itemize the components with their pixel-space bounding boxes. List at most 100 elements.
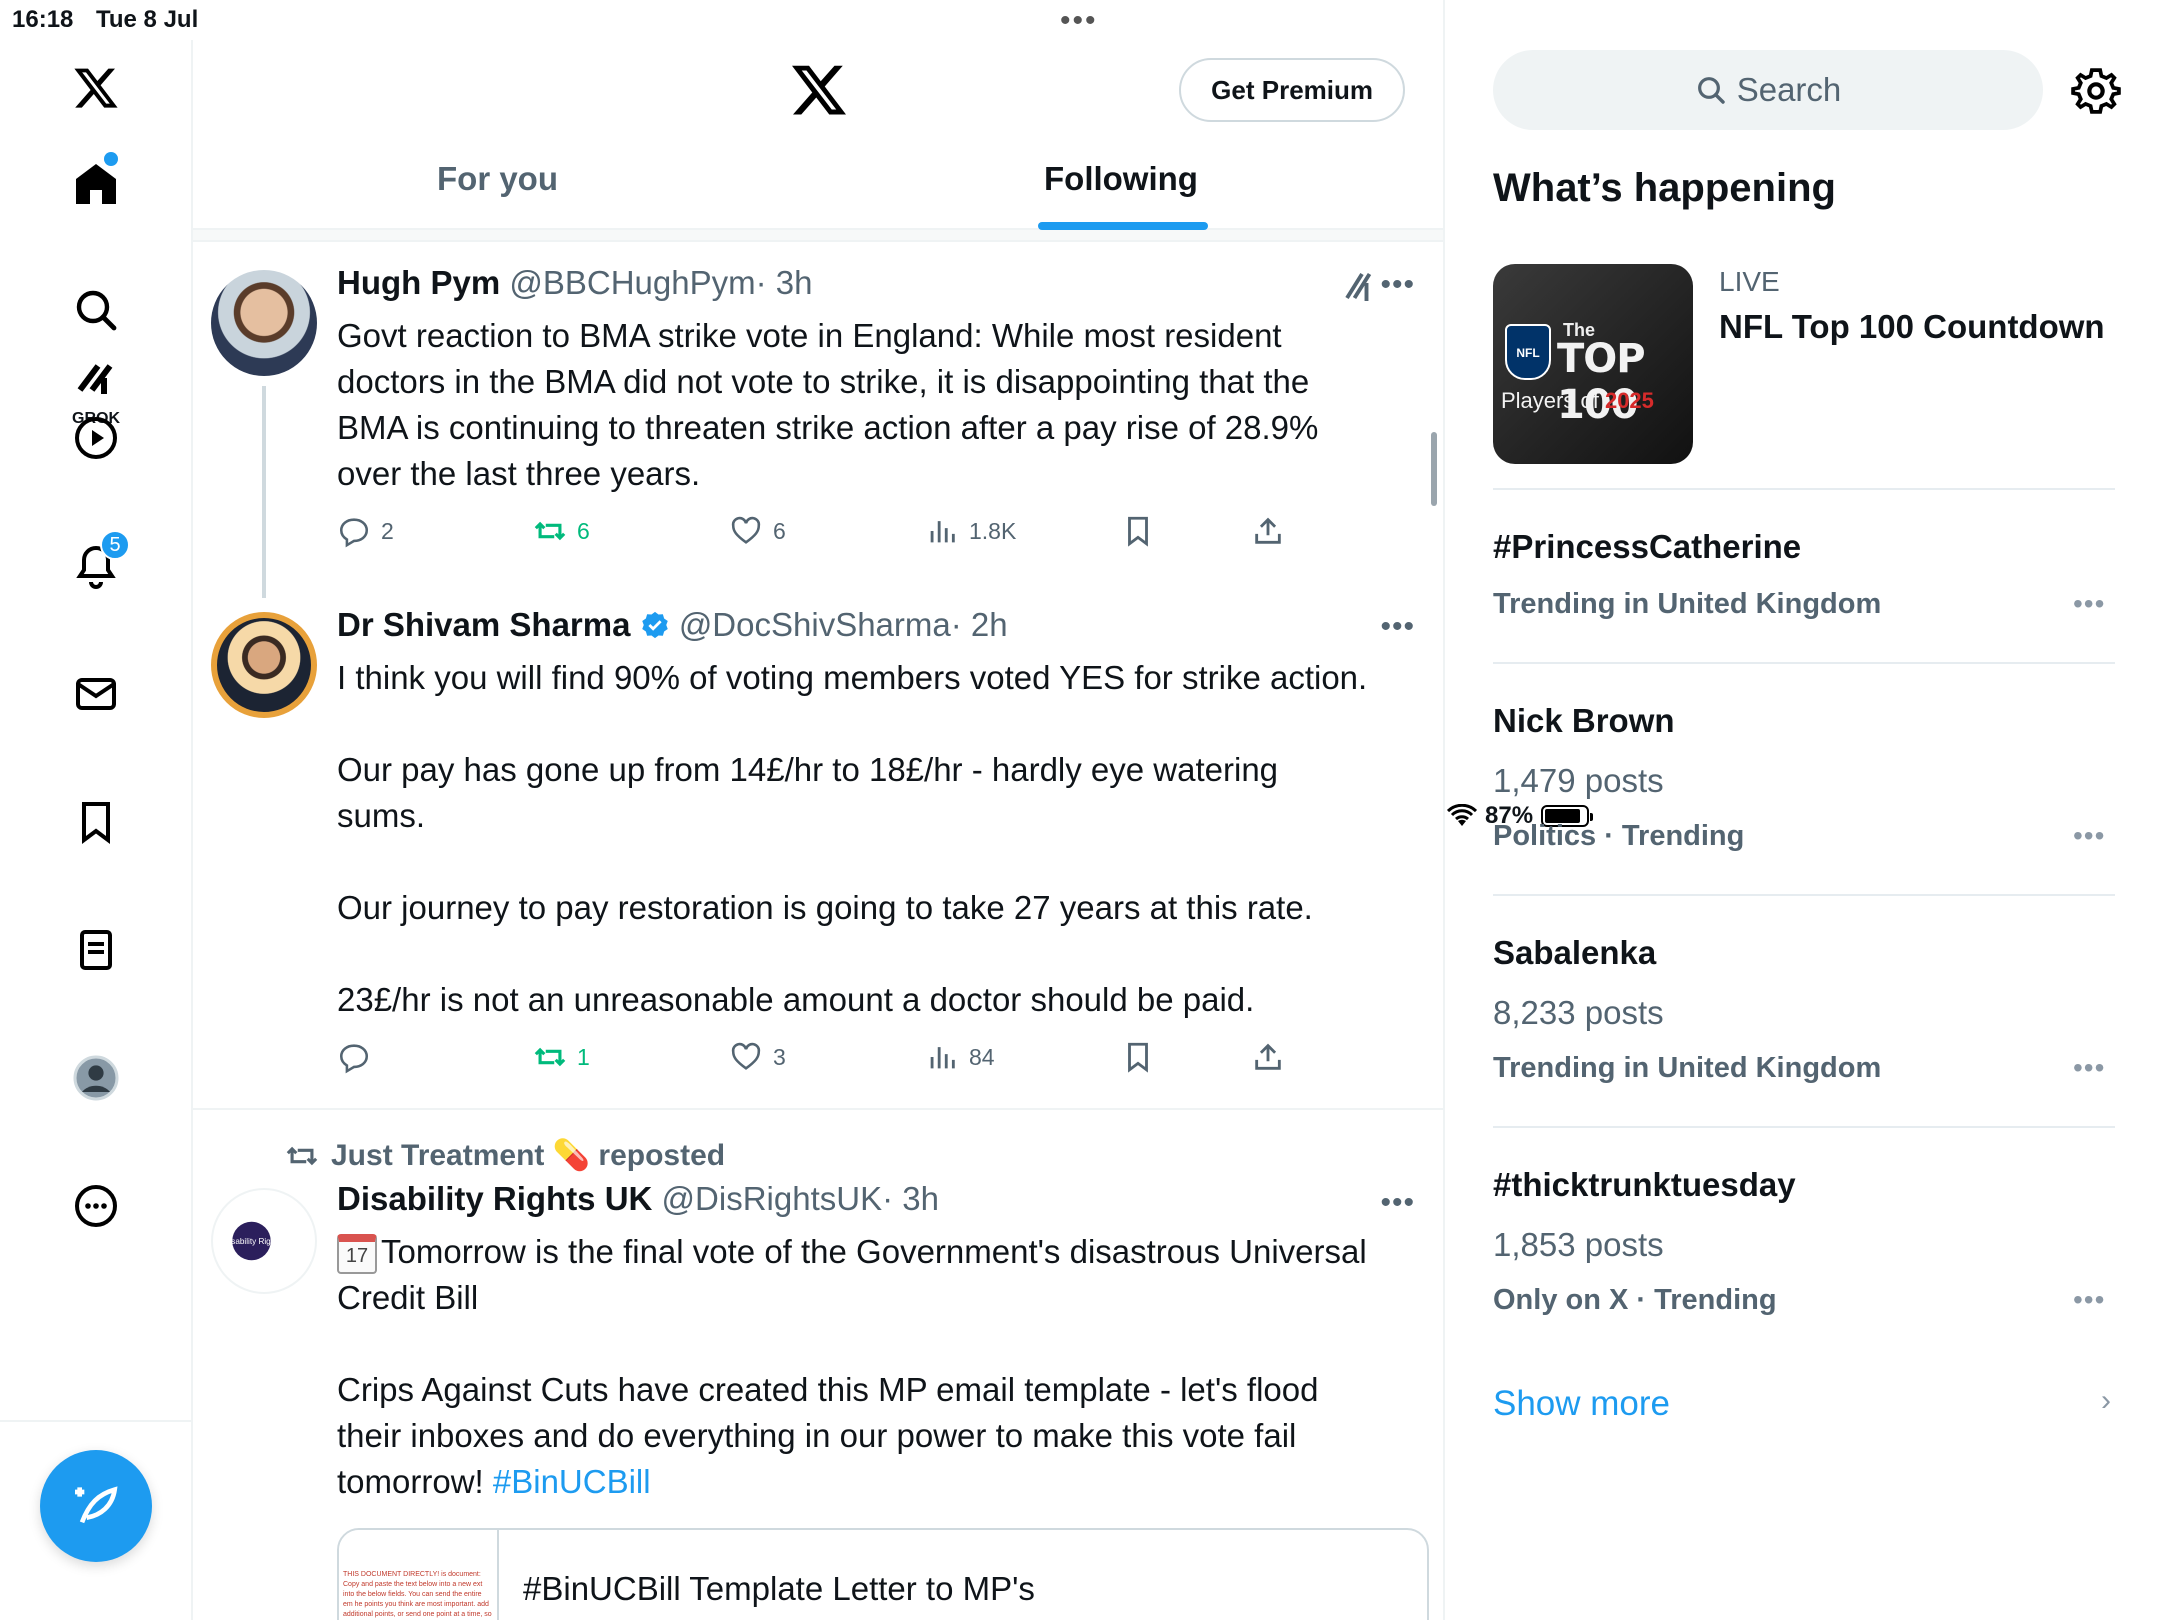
author-handle[interactable]: @DisRightsUK (662, 1180, 883, 1217)
messages-icon[interactable] (48, 646, 144, 742)
reply-icon (339, 1044, 369, 1074)
video-icon[interactable] (48, 390, 144, 486)
views-button[interactable]: 1.8K (925, 514, 1016, 548)
tweet-more-icon[interactable]: ••• (1380, 610, 1415, 644)
repost-icon (286, 1146, 318, 1165)
lists-icon[interactable] (48, 902, 144, 998)
author-name[interactable]: Dr Shivam Sharma (337, 606, 630, 643)
like-count: 6 (773, 517, 786, 544)
search-placeholder: Search (1736, 71, 1842, 108)
notifications-icon[interactable]: 5 (48, 518, 144, 614)
author-handle[interactable]: @DocShivSharma (679, 606, 951, 643)
views-count: 1.8K (969, 517, 1017, 544)
tweet-time: · 3h (755, 264, 813, 301)
share-button[interactable] (1251, 1040, 1285, 1074)
more-icon[interactable] (48, 1158, 144, 1254)
nfl-logo: NFL (1505, 324, 1551, 380)
gear-icon[interactable] (2071, 66, 2121, 116)
tweet-line: Credit Bill (337, 1279, 479, 1316)
live-title: NFL Top 100 Countdown (1719, 308, 2105, 345)
share-icon (1255, 517, 1281, 544)
card-title: #BinUCBill Template Letter to MP's (523, 1570, 1035, 1607)
reply-button[interactable]: 2 (337, 514, 394, 548)
trend-more-icon[interactable]: ••• (2073, 820, 2105, 852)
left-nav: GROK 5 (0, 40, 193, 1620)
tweet-line: Our pay has gone up from 14£/hr to 18£/h… (337, 751, 1279, 788)
bookmark-icon (1128, 1042, 1148, 1073)
trend-separator (1493, 1126, 2115, 1128)
profile-avatar-icon[interactable] (48, 1030, 144, 1126)
views-icon (930, 1047, 955, 1069)
repost-icon (534, 521, 566, 541)
tweet-more-icon[interactable]: ••• (1380, 1186, 1415, 1220)
trend-meta: Only on X · Trending (1493, 1284, 1777, 1316)
repost-indicator: Just Treatment 💊 reposted (285, 1138, 725, 1173)
status-date: Tue 8 Jul (96, 6, 199, 33)
reply-count: 2 (381, 517, 394, 544)
tweet-more-icon[interactable]: ••• (1380, 268, 1415, 302)
thumb-text-top100: TOP 100 (1557, 336, 1646, 428)
bookmark-button[interactable] (1121, 1040, 1155, 1074)
avatar[interactable] (211, 612, 317, 718)
trend-more-icon[interactable]: ••• (2073, 1052, 2105, 1084)
author-name[interactable]: Hugh Pym (337, 264, 500, 301)
heart-icon (731, 516, 761, 544)
repost-by[interactable]: Just Treatment 💊 reposted (331, 1138, 725, 1173)
bookmark-icon (1128, 516, 1148, 547)
tweet-blank-line (337, 839, 1417, 885)
tab-for-you[interactable]: For you (437, 160, 558, 198)
tweet-blank-line (337, 701, 1417, 747)
trend-posts: 8,233 posts (1493, 994, 1664, 1031)
like-button[interactable]: 3 (729, 1040, 786, 1074)
tweet-blank-line (337, 931, 1417, 977)
home-icon[interactable] (48, 136, 144, 232)
get-premium-button[interactable]: Get Premium (1179, 58, 1405, 122)
share-button[interactable] (1251, 514, 1285, 548)
thread-line (262, 386, 266, 598)
bookmarks-icon[interactable] (48, 774, 144, 870)
avatar[interactable]: Disability Rights UK (211, 1188, 317, 1294)
trend-more-icon[interactable]: ••• (2073, 1284, 2105, 1316)
repost-button[interactable]: 6 (533, 514, 590, 548)
trend-more-icon[interactable]: ••• (2073, 588, 2105, 620)
avatar[interactable] (211, 270, 317, 376)
tweet-actions: 1 3 84 (337, 1040, 1337, 1080)
tweet-header: Disability Rights UK @DisRightsUK· 3h (337, 1180, 939, 1218)
tweet-line: their inboxes and do everything in our p… (337, 1417, 1297, 1454)
scrollbar[interactable] (1431, 432, 1437, 506)
live-event-thumbnail: NFL The TOP 100 Players of 2025 (1493, 264, 1693, 464)
logo-text: Disability Rights UK (224, 1237, 296, 1246)
heart-icon (731, 1042, 761, 1070)
home-unread-dot (104, 152, 118, 166)
repost-count: 1 (577, 1043, 590, 1070)
chevron-right-icon[interactable]: › (2101, 1384, 2111, 1418)
reply-button[interactable] (337, 1040, 381, 1074)
tab-following[interactable]: Following (1044, 160, 1198, 198)
author-handle[interactable]: @BBCHughPym (509, 264, 755, 301)
compose-button[interactable] (40, 1450, 152, 1562)
reply-icon (339, 518, 369, 548)
grok-icon[interactable] (1341, 268, 1377, 304)
tweet-line: doctors in the BMA did not vote to strik… (337, 363, 1310, 400)
show-more-link[interactable]: Show more (1493, 1384, 1670, 1424)
tweet-text: I think you will find 90% of voting memb… (337, 655, 1417, 1023)
views-count: 84 (969, 1043, 995, 1070)
bookmark-button[interactable] (1121, 514, 1155, 548)
x-logo-icon (792, 65, 846, 115)
tweet-time: · 3h (882, 1180, 939, 1217)
search-input[interactable]: Search (1493, 50, 2043, 130)
card-thumbnail: THIS DOCUMENT DIRECTLY! is document: Cop… (339, 1530, 499, 1620)
tweet-line: tomorrow! (337, 1463, 484, 1500)
repost-button[interactable]: 1 (533, 1040, 590, 1074)
tweet-line: Tomorrow is the final vote of the Govern… (381, 1233, 1367, 1270)
views-button[interactable]: 84 (925, 1040, 995, 1074)
share-icon (1255, 1043, 1281, 1070)
author-name[interactable]: Disability Rights UK (337, 1180, 652, 1217)
tweet-actions: 2 6 6 1.8K (337, 514, 1337, 554)
hashtag-link[interactable]: #BinUCBill (493, 1463, 651, 1500)
link-card[interactable]: THIS DOCUMENT DIRECTLY! is document: Cop… (337, 1528, 1429, 1620)
timeline: Get Premium For you Following Hugh Pym @… (193, 0, 1445, 1620)
like-button[interactable]: 6 (729, 514, 786, 548)
notifications-badge: 5 (100, 530, 130, 560)
x-logo-icon[interactable] (48, 40, 144, 136)
